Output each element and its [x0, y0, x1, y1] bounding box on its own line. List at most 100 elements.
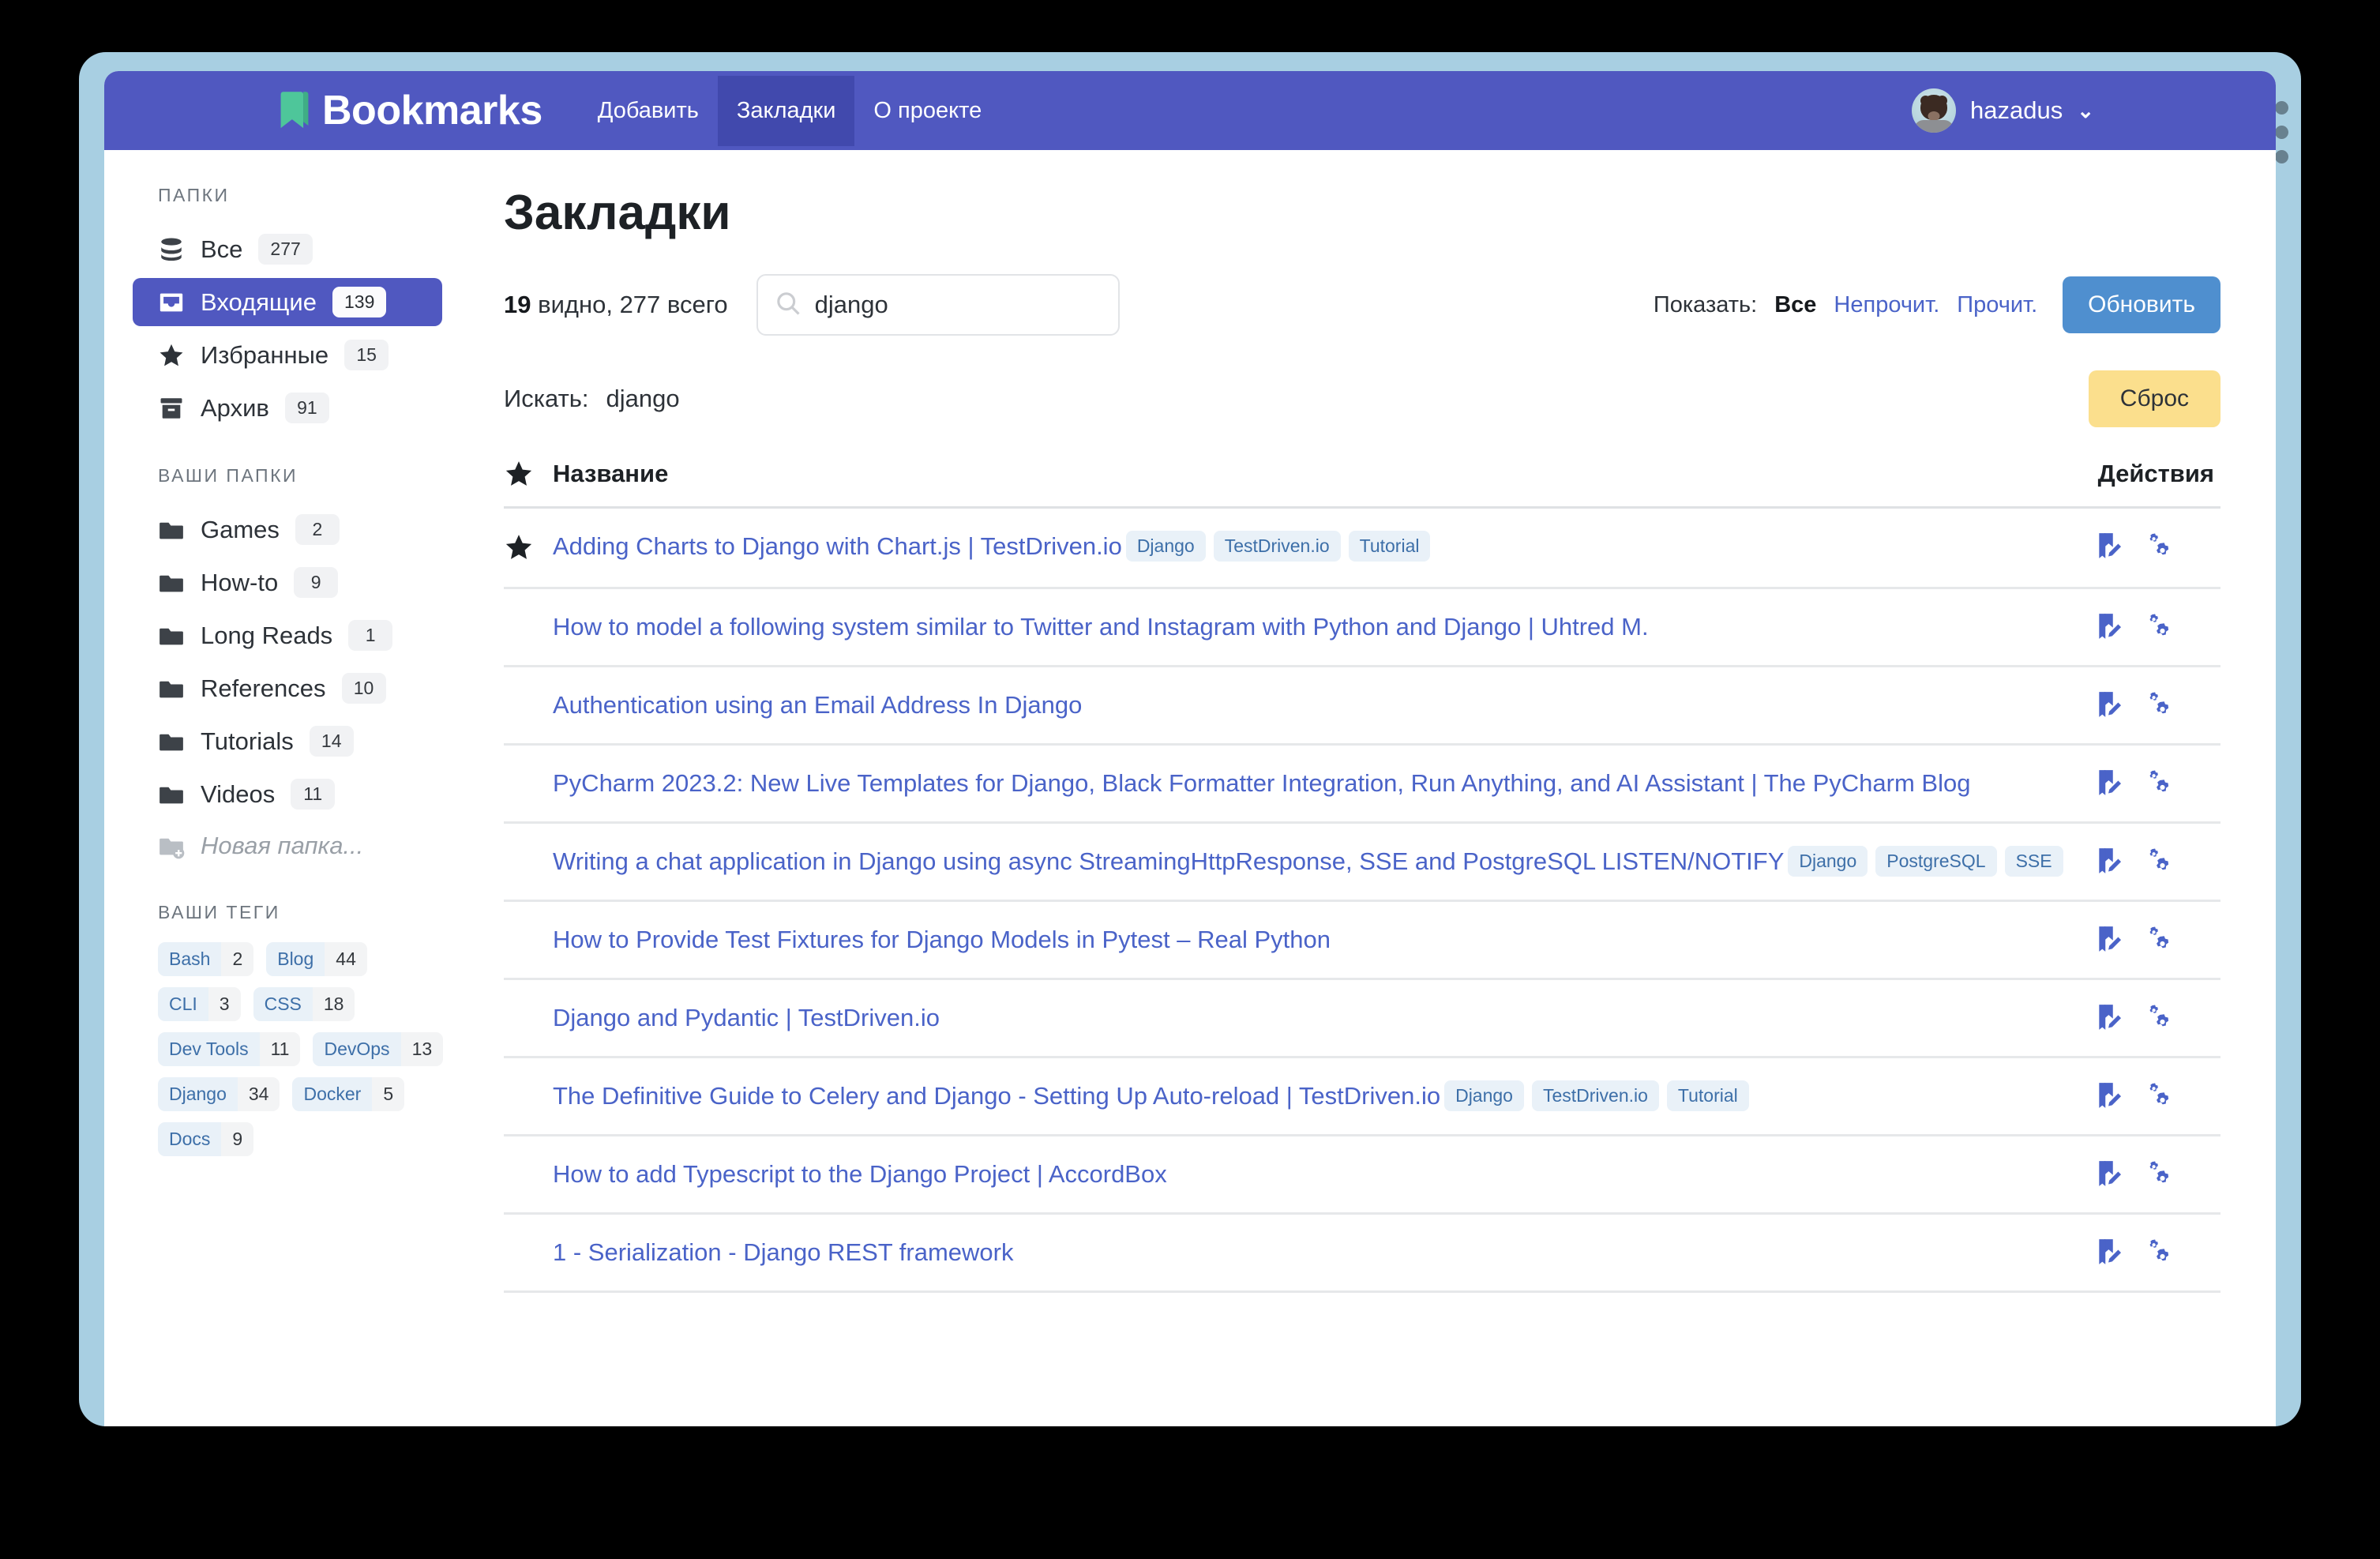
bookmark-link[interactable]: Django and Pydantic | TestDriven.io — [553, 1004, 940, 1031]
tag-count: 34 — [237, 1077, 280, 1111]
row-star-toggle[interactable] — [504, 1235, 553, 1238]
filter-unread[interactable]: Непрочит. — [1834, 292, 1939, 318]
tag-dev-tools[interactable]: Dev Tools 11 — [158, 1032, 301, 1066]
bookmark-edit-icon[interactable] — [2094, 1159, 2124, 1189]
sidebar-item-all[interactable]: Все 277 — [133, 225, 442, 273]
tag-bash[interactable]: Bash 2 — [158, 942, 254, 976]
gears-icon[interactable] — [2145, 1080, 2175, 1110]
folder-icon — [158, 728, 185, 755]
column-header-name[interactable]: Название — [553, 460, 668, 488]
tag-count: 13 — [400, 1032, 444, 1066]
gears-icon[interactable] — [2145, 768, 2175, 798]
row-star-toggle[interactable] — [504, 610, 553, 613]
bookmark-tag[interactable]: SSE — [2004, 846, 2063, 877]
window-menu-handle[interactable] — [2275, 101, 2288, 163]
sidebar-item-favorites[interactable]: Избранные 15 — [133, 331, 442, 379]
reset-button[interactable]: Сброс — [2088, 370, 2220, 427]
nav-link-add[interactable]: Добавить — [579, 76, 718, 146]
row-star-toggle[interactable] — [504, 1157, 553, 1160]
sidebar-folder-games[interactable]: Games 2 — [133, 505, 442, 554]
sidebar-folder-tutorials[interactable]: Tutorials 14 — [133, 717, 442, 765]
row-star-toggle[interactable] — [504, 1079, 553, 1082]
bookmark-tag[interactable]: Tutorial — [1348, 531, 1431, 562]
handle-dot — [2275, 126, 2288, 139]
sidebar-item-inbox[interactable]: Входящие 139 — [133, 278, 442, 326]
bookmark-tag[interactable]: Django — [1788, 846, 1868, 877]
refresh-button[interactable]: Обновить — [2063, 276, 2220, 333]
main-panel: Закладки 19 видно, 277 всего Показать: — [467, 150, 2276, 1426]
nav-link-bookmarks[interactable]: Закладки — [717, 75, 855, 146]
sidebar-folder-label: Videos — [201, 780, 276, 808]
tag-name: Blog — [266, 942, 325, 976]
row-star-toggle[interactable] — [504, 1001, 553, 1004]
gears-icon[interactable] — [2145, 1237, 2175, 1267]
row-star-toggle[interactable] — [504, 529, 553, 566]
gears-icon[interactable] — [2145, 924, 2175, 954]
bookmark-tag[interactable]: PostgreSQL — [1875, 846, 1997, 877]
sidebar-folder-label: References — [201, 674, 326, 702]
filter-read[interactable]: Прочит. — [1957, 292, 2037, 318]
gears-icon[interactable] — [2145, 531, 2175, 561]
inbox-icon — [158, 289, 185, 316]
row-actions — [2094, 1235, 2220, 1267]
bookmark-edit-icon[interactable] — [2094, 1002, 2124, 1032]
row-star-toggle[interactable] — [504, 688, 553, 691]
table-row: Django and Pydantic | TestDriven.io — [504, 980, 2220, 1059]
new-folder-button[interactable]: Новая папка... — [133, 823, 442, 869]
gears-icon[interactable] — [2145, 1002, 2175, 1032]
filter-all[interactable]: Все — [1774, 292, 1816, 318]
bookmark-edit-icon[interactable] — [2094, 531, 2124, 561]
bookmark-link[interactable]: The Definitive Guide to Celery and Djang… — [553, 1082, 1440, 1110]
bookmark-link[interactable]: Writing a chat application in Django usi… — [553, 847, 1784, 875]
bookmark-tag[interactable]: TestDriven.io — [1531, 1080, 1659, 1112]
bookmark-tag[interactable]: Tutorial — [1666, 1080, 1749, 1112]
nav-link-about[interactable]: О проекте — [854, 76, 1000, 146]
sidebar-item-archive[interactable]: Архив 91 — [133, 384, 442, 432]
bookmark-link[interactable]: PyCharm 2023.2: New Live Templates for D… — [553, 769, 1970, 797]
star-icon[interactable] — [504, 459, 553, 489]
bookmark-link[interactable]: Adding Charts to Django with Chart.js | … — [553, 532, 1122, 560]
bookmark-counts: 19 видно, 277 всего — [504, 291, 728, 319]
column-header-actions: Действия — [2097, 460, 2214, 487]
sidebar-folder-long-reads[interactable]: Long Reads 1 — [133, 611, 442, 659]
row-star-toggle[interactable] — [504, 844, 553, 847]
search-input[interactable] — [814, 291, 1102, 319]
bookmark-link[interactable]: How to Provide Test Fixtures for Django … — [553, 926, 1331, 953]
tag-css[interactable]: CSS 18 — [253, 987, 355, 1021]
tag-cli[interactable]: CLI 3 — [158, 987, 241, 1021]
gears-icon[interactable] — [2145, 689, 2175, 719]
gears-icon[interactable] — [2145, 1159, 2175, 1189]
bookmark-edit-icon[interactable] — [2094, 768, 2124, 798]
bookmark-edit-icon[interactable] — [2094, 924, 2124, 954]
tag-name: CSS — [253, 987, 313, 1021]
sidebar-folder-videos[interactable]: Videos 11 — [133, 770, 442, 818]
sidebar-folder-how-to[interactable]: How-to 9 — [133, 558, 442, 607]
bookmark-link[interactable]: Authentication using an Email Address In… — [553, 691, 1082, 719]
bookmark-link[interactable]: How to add Typescript to the Django Proj… — [553, 1160, 1167, 1188]
tag-devops[interactable]: DevOps 13 — [313, 1032, 444, 1066]
row-star-toggle[interactable] — [504, 766, 553, 769]
chevron-down-icon: ⌄ — [2077, 98, 2094, 122]
sidebar-folder-references[interactable]: References 10 — [133, 664, 442, 712]
bookmark-edit-icon[interactable] — [2094, 846, 2124, 876]
tag-django[interactable]: Django 34 — [158, 1077, 280, 1111]
tag-blog[interactable]: Blog 44 — [266, 942, 367, 976]
tag-docs[interactable]: Docs 9 — [158, 1122, 254, 1156]
top-navbar: Bookmarks Добавить Закладки О проекте ha… — [104, 71, 2276, 150]
bookmark-tag[interactable]: Django — [1125, 531, 1206, 562]
bookmark-tag[interactable]: Django — [1444, 1080, 1524, 1112]
tag-docker[interactable]: Docker 5 — [292, 1077, 405, 1111]
bookmark-link[interactable]: How to model a following system similar … — [553, 613, 1649, 641]
bookmark-edit-icon[interactable] — [2094, 1080, 2124, 1110]
row-star-toggle[interactable] — [504, 922, 553, 926]
gears-icon[interactable] — [2145, 846, 2175, 876]
gears-icon[interactable] — [2145, 611, 2175, 641]
brand[interactable]: Bookmarks — [130, 90, 542, 131]
bookmark-tag[interactable]: TestDriven.io — [1213, 531, 1341, 562]
bookmark-edit-icon[interactable] — [2094, 1237, 2124, 1267]
bookmark-link[interactable]: 1 - Serialization - Django REST framewor… — [553, 1238, 1013, 1266]
user-menu[interactable]: hazadus ⌄ — [1911, 88, 2094, 133]
bookmark-edit-icon[interactable] — [2094, 689, 2124, 719]
bookmark-edit-icon[interactable] — [2094, 611, 2124, 641]
search-box[interactable] — [756, 274, 1120, 336]
